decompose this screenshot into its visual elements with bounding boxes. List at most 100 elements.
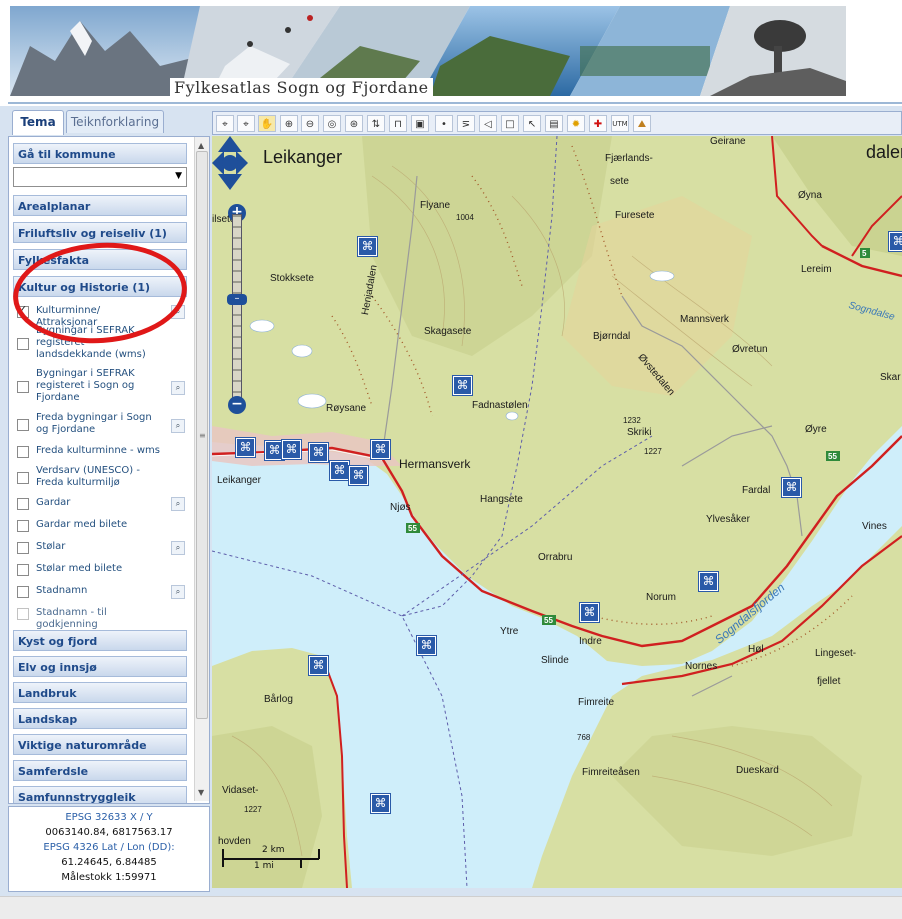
chevron-down-icon: ▼ [175, 171, 182, 181]
zoom-out-icon[interactable]: − [228, 396, 246, 414]
section-arealplanar[interactable]: Arealplanar [13, 195, 187, 216]
layer-label: Gardar [36, 497, 71, 508]
sun-icon[interactable]: ✹ [567, 115, 585, 132]
layer-checkbox[interactable] [17, 586, 29, 598]
poi-marker-icon[interactable]: ⌘ [453, 376, 472, 395]
landscape-icon[interactable]: ⛰ [633, 115, 651, 132]
measure-icon[interactable]: ⊓ [389, 115, 407, 132]
scroll-down-icon[interactable]: ▼ [198, 788, 204, 797]
scale-tick [318, 849, 320, 859]
map-view[interactable]: 55 55 55 55 5 Leikanger Fjærlands- sete … [212, 136, 902, 888]
layer-checkbox[interactable] [17, 564, 29, 576]
zoom-track[interactable] [232, 214, 242, 404]
poi-marker-icon[interactable]: ⌘ [371, 794, 390, 813]
zoom-slider[interactable]: + – − [227, 204, 247, 414]
section-samfunnstryggleik[interactable]: Samfunnstryggleik [13, 786, 187, 803]
poi-marker-icon[interactable]: ⌘ [309, 656, 328, 675]
layer-label: Freda kulturminne - wms [36, 445, 160, 456]
panel-tabs: Tema Teiknforklaring [8, 110, 208, 136]
layer-checkbox[interactable] [17, 446, 29, 458]
section-friluftsliv[interactable]: Friluftsliv og reiseliv (1) [13, 222, 187, 243]
place-label: Furesete [615, 210, 655, 221]
municipality-select[interactable]: ▼ [13, 167, 187, 187]
section-elv-og-innsjo[interactable]: Elv og innsjø [13, 656, 187, 677]
red-cross-icon[interactable]: ✚ [589, 115, 607, 132]
zoom-scale-icon[interactable]: ⊛ [345, 115, 363, 132]
line-icon[interactable]: ⋝ [457, 115, 475, 132]
tab-teiknforklaring[interactable]: Teiknforklaring [66, 110, 164, 133]
zoom-handle[interactable]: – [227, 294, 247, 305]
road-number-label: 55 [408, 524, 417, 533]
search-icon[interactable]: ⌕ [171, 585, 185, 599]
print-icon[interactable]: ▤ [545, 115, 563, 132]
layer-checkbox[interactable] [17, 304, 29, 318]
zoom-in-icon[interactable]: ⊕ [280, 115, 298, 132]
poi-marker-icon[interactable]: ⌘ [236, 438, 255, 457]
place-label: Hangsete [480, 494, 523, 505]
polygon-icon[interactable]: ◁ [479, 115, 497, 132]
poi-marker-icon[interactable]: ⌘ [330, 461, 349, 480]
layer-checkbox[interactable] [17, 608, 29, 620]
binoculars-all-icon[interactable]: ⌖ [237, 115, 255, 132]
search-icon[interactable]: ⌕ [171, 419, 185, 433]
layer-checkbox[interactable] [17, 419, 29, 431]
pan-hand-icon[interactable]: ✋ [258, 115, 276, 132]
select-icon[interactable]: ↖ [523, 115, 541, 132]
poi-marker-icon[interactable]: ⌘ [699, 572, 718, 591]
layer-checkbox[interactable] [17, 498, 29, 510]
info-icon[interactable]: ▣ [411, 115, 429, 132]
section-landbruk[interactable]: Landbruk [13, 682, 187, 703]
utm-icon[interactable]: UTM [611, 115, 629, 132]
poi-marker-icon[interactable]: ⌘ [782, 478, 801, 497]
section-ga-til-kommune[interactable]: Gå til kommune [13, 143, 187, 164]
place-label: Vines [862, 521, 887, 532]
tab-tema[interactable]: Tema [12, 110, 64, 135]
poi-marker-icon[interactable]: ⌘ [417, 636, 436, 655]
binoculars-icon[interactable]: ⌖ [216, 115, 234, 132]
map-canvas[interactable]: 55 55 55 55 5 [212, 136, 902, 888]
layer-checkbox[interactable] [17, 338, 29, 350]
refresh-icon[interactable]: ⇅ [367, 115, 385, 132]
zoom-extent-icon[interactable]: ◎ [323, 115, 341, 132]
poi-marker-icon[interactable]: ⌘ [349, 466, 368, 485]
search-icon[interactable]: ⌕ [171, 497, 185, 511]
section-samferdsle[interactable]: Samferdsle [13, 760, 187, 781]
scroll-up-icon[interactable]: ▲ [198, 141, 204, 150]
zoom-out-icon[interactable]: ⊖ [301, 115, 319, 132]
poi-marker-icon[interactable]: ⌘ [580, 603, 599, 622]
layer-checkbox[interactable] [17, 381, 29, 393]
search-icon[interactable]: ⌕ [171, 305, 185, 319]
poi-marker-icon[interactable]: ⌘ [282, 440, 301, 459]
poi-marker-icon[interactable]: ⌘ [889, 232, 902, 251]
search-icon[interactable]: ⌕ [171, 381, 185, 395]
panel-scrollbar[interactable]: ▲ ≡ ▼ [194, 137, 209, 801]
layer-checkbox[interactable] [17, 472, 29, 484]
point-icon[interactable]: • [435, 115, 453, 132]
section-landskap[interactable]: Landskap [13, 708, 187, 729]
place-label: Orrabru [538, 552, 573, 563]
layer-checkbox[interactable] [17, 520, 29, 532]
poi-marker-icon[interactable]: ⌘ [309, 443, 328, 462]
poi-marker-icon[interactable]: ⌘ [358, 237, 377, 256]
place-label: Øyre [805, 424, 827, 435]
place-label: Flyane [420, 200, 451, 211]
section-viktige-naturomrade[interactable]: Viktige naturområde [13, 734, 187, 755]
layer-label: Gardar med bilete [36, 519, 128, 530]
section-kultur-og-historie[interactable]: Kultur og Historie (1) [13, 276, 187, 297]
rectangle-icon[interactable]: □ [501, 115, 519, 132]
section-fylkesfakta[interactable]: Fylkesfakta [13, 249, 187, 270]
poi-marker-icon[interactable]: ⌘ [371, 440, 390, 459]
place-label: dalen [866, 142, 902, 162]
layer-label: Stølar [36, 541, 66, 552]
layer-checkbox[interactable] [17, 542, 29, 554]
search-icon[interactable]: ⌕ [171, 541, 185, 555]
pan-control-icon[interactable] [212, 136, 248, 190]
section-kyst-og-fjord[interactable]: Kyst og fjord [13, 630, 187, 651]
banner-title: Fylkesatlas Sogn og Fjordane [170, 78, 433, 97]
place-label: fjellet [817, 676, 841, 687]
place-label: Ylvesåker [706, 514, 750, 525]
scale-tick [300, 858, 302, 868]
place-label: Øvretun [732, 344, 768, 355]
layer-label: Bygningar i SEFRAK registeret i Sogn og … [36, 368, 135, 403]
place-label: Geirane [710, 136, 746, 147]
